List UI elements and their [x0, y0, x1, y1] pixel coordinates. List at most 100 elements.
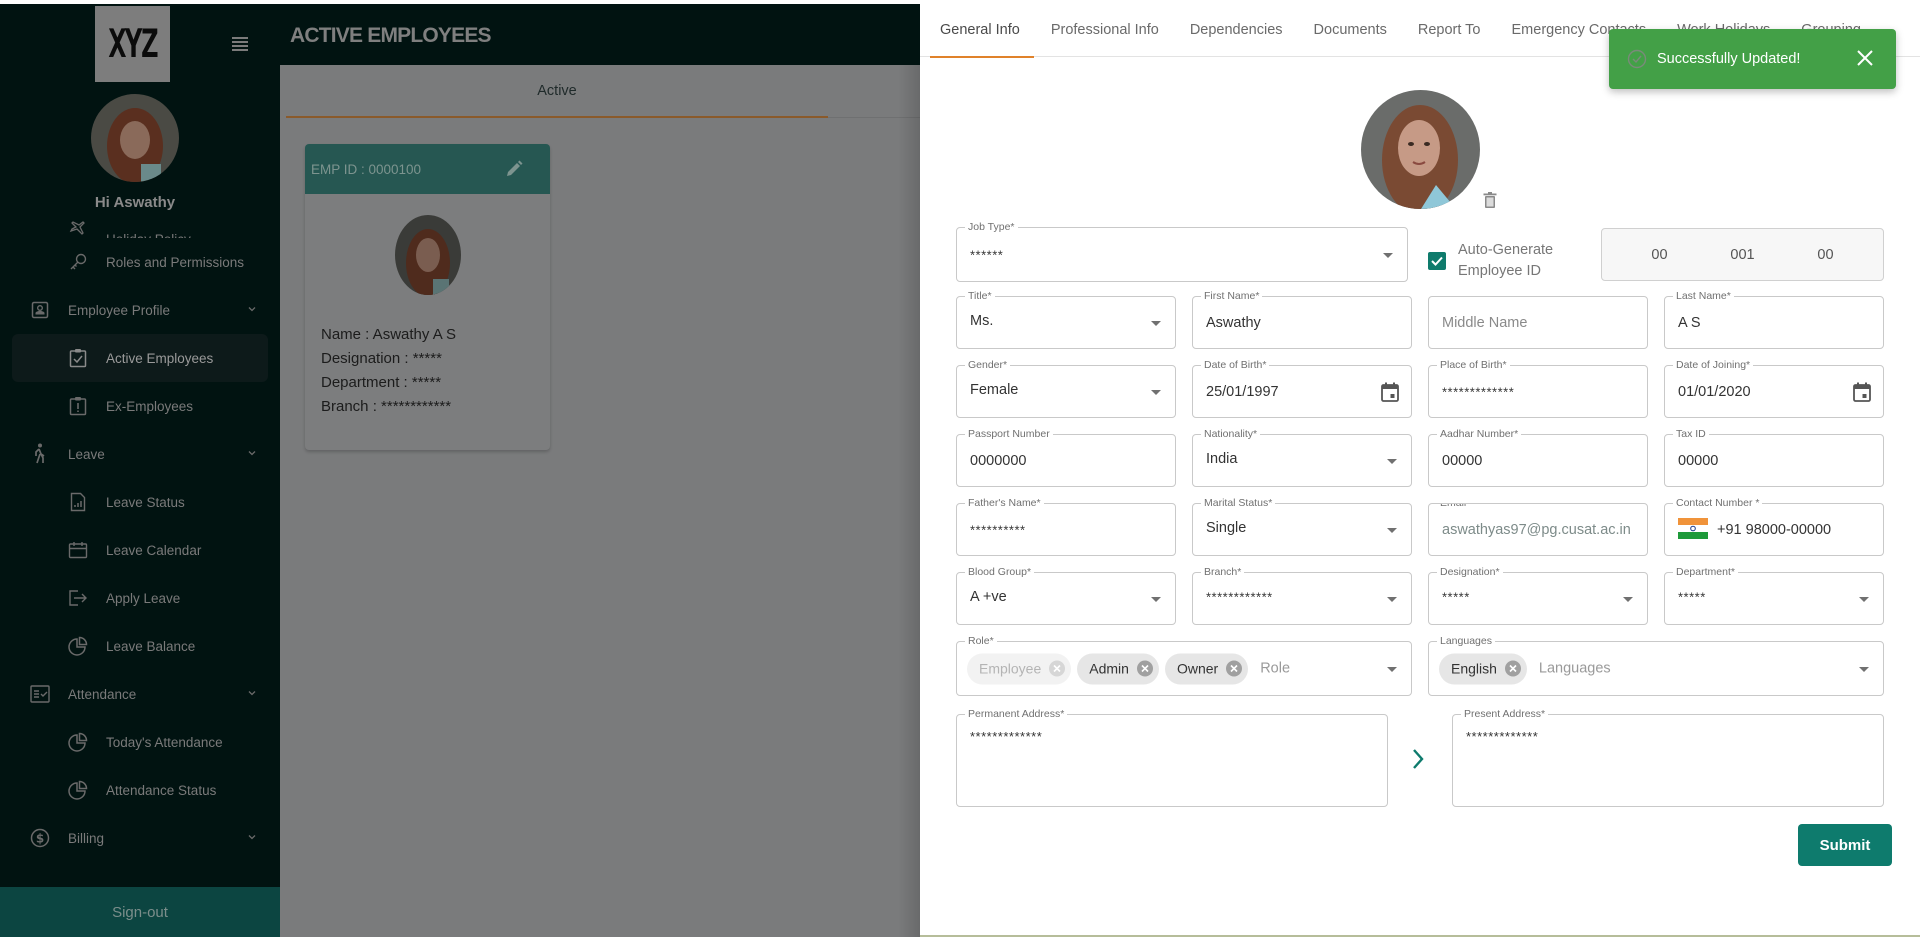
date-of-joining-input[interactable]: Date of Joining* 01/01/2020: [1664, 359, 1884, 418]
calendar-icon[interactable]: [1853, 382, 1871, 402]
report-icon: [68, 492, 88, 512]
role-chip-employee: Employee: [967, 653, 1072, 684]
email-field[interactable]: Email* aswathyas97@pg.cusat.ac.in: [1428, 503, 1648, 556]
sidebar-item-todays-attendance[interactable]: Today's Attendance: [0, 718, 280, 766]
employee-photo: [394, 215, 461, 295]
sidebar-item-holiday-policy[interactable]: Holiday Policy: [0, 214, 280, 238]
role-placeholder: Role: [1260, 660, 1291, 677]
pie-chart-icon: [68, 636, 88, 656]
user-avatar[interactable]: [91, 94, 179, 182]
sidebar-item-leave-calendar[interactable]: Leave Calendar: [0, 526, 280, 574]
sidebar: XYZ Hi Aswathy Holiday Policy Roles and …: [0, 4, 280, 937]
permanent-address-textarea[interactable]: Permanent Address* *************: [956, 708, 1388, 807]
sidebar-item-leave-status[interactable]: Leave Status: [0, 478, 280, 526]
employee-id-prefix: 00: [1651, 246, 1668, 263]
tab-general-info[interactable]: General Info: [930, 4, 1034, 58]
sidebar-group-employee-profile[interactable]: Employee Profile: [0, 286, 280, 334]
tab-divider: [828, 117, 920, 118]
place-of-birth-input[interactable]: Place of Birth* *************: [1428, 359, 1648, 418]
calendar-icon: [68, 540, 88, 560]
remove-chip-icon[interactable]: [1504, 660, 1521, 677]
tab-dependencies[interactable]: Dependencies: [1190, 4, 1283, 57]
caret-down-icon: [1151, 320, 1161, 326]
employee-department: Department : *****: [321, 374, 442, 391]
marital-status-select[interactable]: Marital Status* Single: [1192, 497, 1412, 556]
department-select[interactable]: Department* *****: [1664, 566, 1884, 625]
chevron-down-icon: [248, 307, 256, 312]
clipboard-alert-icon: [68, 396, 88, 416]
tab-active[interactable]: Active: [286, 65, 828, 118]
present-address-textarea[interactable]: Present Address* *************: [1452, 708, 1884, 807]
main-content: Active EMP ID : 0000100 Name : Aswathy A…: [280, 65, 920, 937]
clipboard-check-icon: [68, 348, 88, 368]
passport-number-input[interactable]: Passport Number 0000000: [956, 428, 1176, 487]
delete-photo-icon[interactable]: [1483, 192, 1497, 208]
sidebar-item-active-employees[interactable]: Active Employees: [12, 334, 268, 382]
title-select[interactable]: Title* Ms.: [956, 290, 1176, 349]
nationality-select[interactable]: Nationality* India: [1192, 428, 1412, 487]
close-icon[interactable]: [1856, 49, 1874, 67]
auto-generate-id-checkbox[interactable]: Auto-Generate Employee ID: [1428, 240, 1553, 282]
sidebar-item-leave-balance[interactable]: Leave Balance: [0, 622, 280, 670]
profile-photo[interactable]: [1361, 90, 1480, 209]
date-of-birth-input[interactable]: Date of Birth* 25/01/1997: [1192, 359, 1412, 418]
aadhar-number-input[interactable]: Aadhar Number* 00000: [1428, 428, 1648, 487]
caret-down-icon: [1859, 666, 1869, 672]
employee-name: Name : Aswathy A S: [321, 326, 457, 343]
toast-message: Successfully Updated!: [1657, 51, 1801, 67]
role-multiselect[interactable]: Role* Employee Admin Owner Role: [956, 635, 1412, 696]
dollar-icon: $: [30, 828, 50, 848]
first-name-input[interactable]: First Name* Aswathy: [1192, 290, 1412, 349]
last-name-input[interactable]: Last Name* A S: [1664, 290, 1884, 349]
languages-placeholder: Languages: [1538, 660, 1611, 677]
logout-arrow-icon: [68, 588, 88, 608]
sidebar-item-attendance-status[interactable]: Attendance Status: [0, 766, 280, 814]
copy-address-chevron-icon[interactable]: [1410, 747, 1426, 771]
remove-chip-icon[interactable]: [1226, 660, 1243, 677]
india-flag-icon[interactable]: [1678, 518, 1708, 540]
svg-text:$: $: [36, 832, 44, 846]
edit-icon[interactable]: [504, 159, 524, 179]
edit-employee-drawer: General Info Professional Info Dependenc…: [920, 4, 1920, 937]
employee-branch: Branch : ************: [321, 398, 452, 415]
fathers-name-input[interactable]: Father's Name* **********: [956, 497, 1176, 556]
walking-icon: [30, 443, 50, 464]
employee-id-display: 00 001 00: [1601, 228, 1884, 281]
remove-chip-icon: [1049, 660, 1066, 677]
key-icon: [68, 252, 88, 272]
sidebar-group-attendance[interactable]: Attendance: [0, 670, 280, 718]
middle-name-input[interactable]: Middle Name: [1428, 296, 1648, 349]
sign-out-button[interactable]: Sign-out: [0, 887, 280, 937]
logo-text: XYZ: [108, 21, 158, 67]
success-toast: Successfully Updated!: [1609, 29, 1896, 89]
sidebar-item-ex-employees[interactable]: Ex-Employees: [0, 382, 280, 430]
submit-button[interactable]: Submit: [1798, 824, 1892, 866]
employee-card[interactable]: EMP ID : 0000100 Name : Aswathy A S Desi…: [305, 144, 550, 450]
id-badge-icon: [30, 300, 50, 320]
checklist-icon: [30, 684, 50, 704]
gender-select[interactable]: Gender* Female: [956, 359, 1176, 418]
tab-documents[interactable]: Documents: [1314, 4, 1387, 57]
sidebar-item-apply-leave[interactable]: Apply Leave: [0, 574, 280, 622]
sidebar-group-billing[interactable]: $ Billing: [0, 814, 280, 862]
tab-report-to[interactable]: Report To: [1418, 4, 1481, 57]
sidebar-item-roles-and-permissions[interactable]: Roles and Permissions: [0, 238, 280, 286]
menu-toggle-icon[interactable]: [232, 37, 248, 51]
sidebar-group-leave[interactable]: Leave: [0, 430, 280, 478]
caret-down-icon: [1387, 527, 1397, 533]
chevron-down-icon: [248, 451, 256, 456]
remove-chip-icon[interactable]: [1136, 660, 1153, 677]
tab-professional-info[interactable]: Professional Info: [1051, 4, 1159, 57]
blood-group-select[interactable]: Blood Group* A +ve: [956, 566, 1176, 625]
role-chip-admin: Admin: [1077, 653, 1159, 684]
calendar-icon[interactable]: [1381, 382, 1399, 402]
contact-number-input[interactable]: Contact Number * +91 98000-00000: [1664, 497, 1884, 556]
languages-multiselect[interactable]: Languages English Languages: [1428, 635, 1884, 696]
branch-select[interactable]: Branch* ************: [1192, 566, 1412, 625]
tax-id-input[interactable]: Tax ID 00000: [1664, 428, 1884, 487]
employee-id-number: 001: [1730, 246, 1755, 263]
employee-card-header: EMP ID : 0000100: [305, 144, 550, 194]
chevron-down-icon: [248, 835, 256, 840]
designation-select[interactable]: Designation* *****: [1428, 566, 1648, 625]
job-type-select[interactable]: Job Type* ******: [956, 221, 1408, 282]
